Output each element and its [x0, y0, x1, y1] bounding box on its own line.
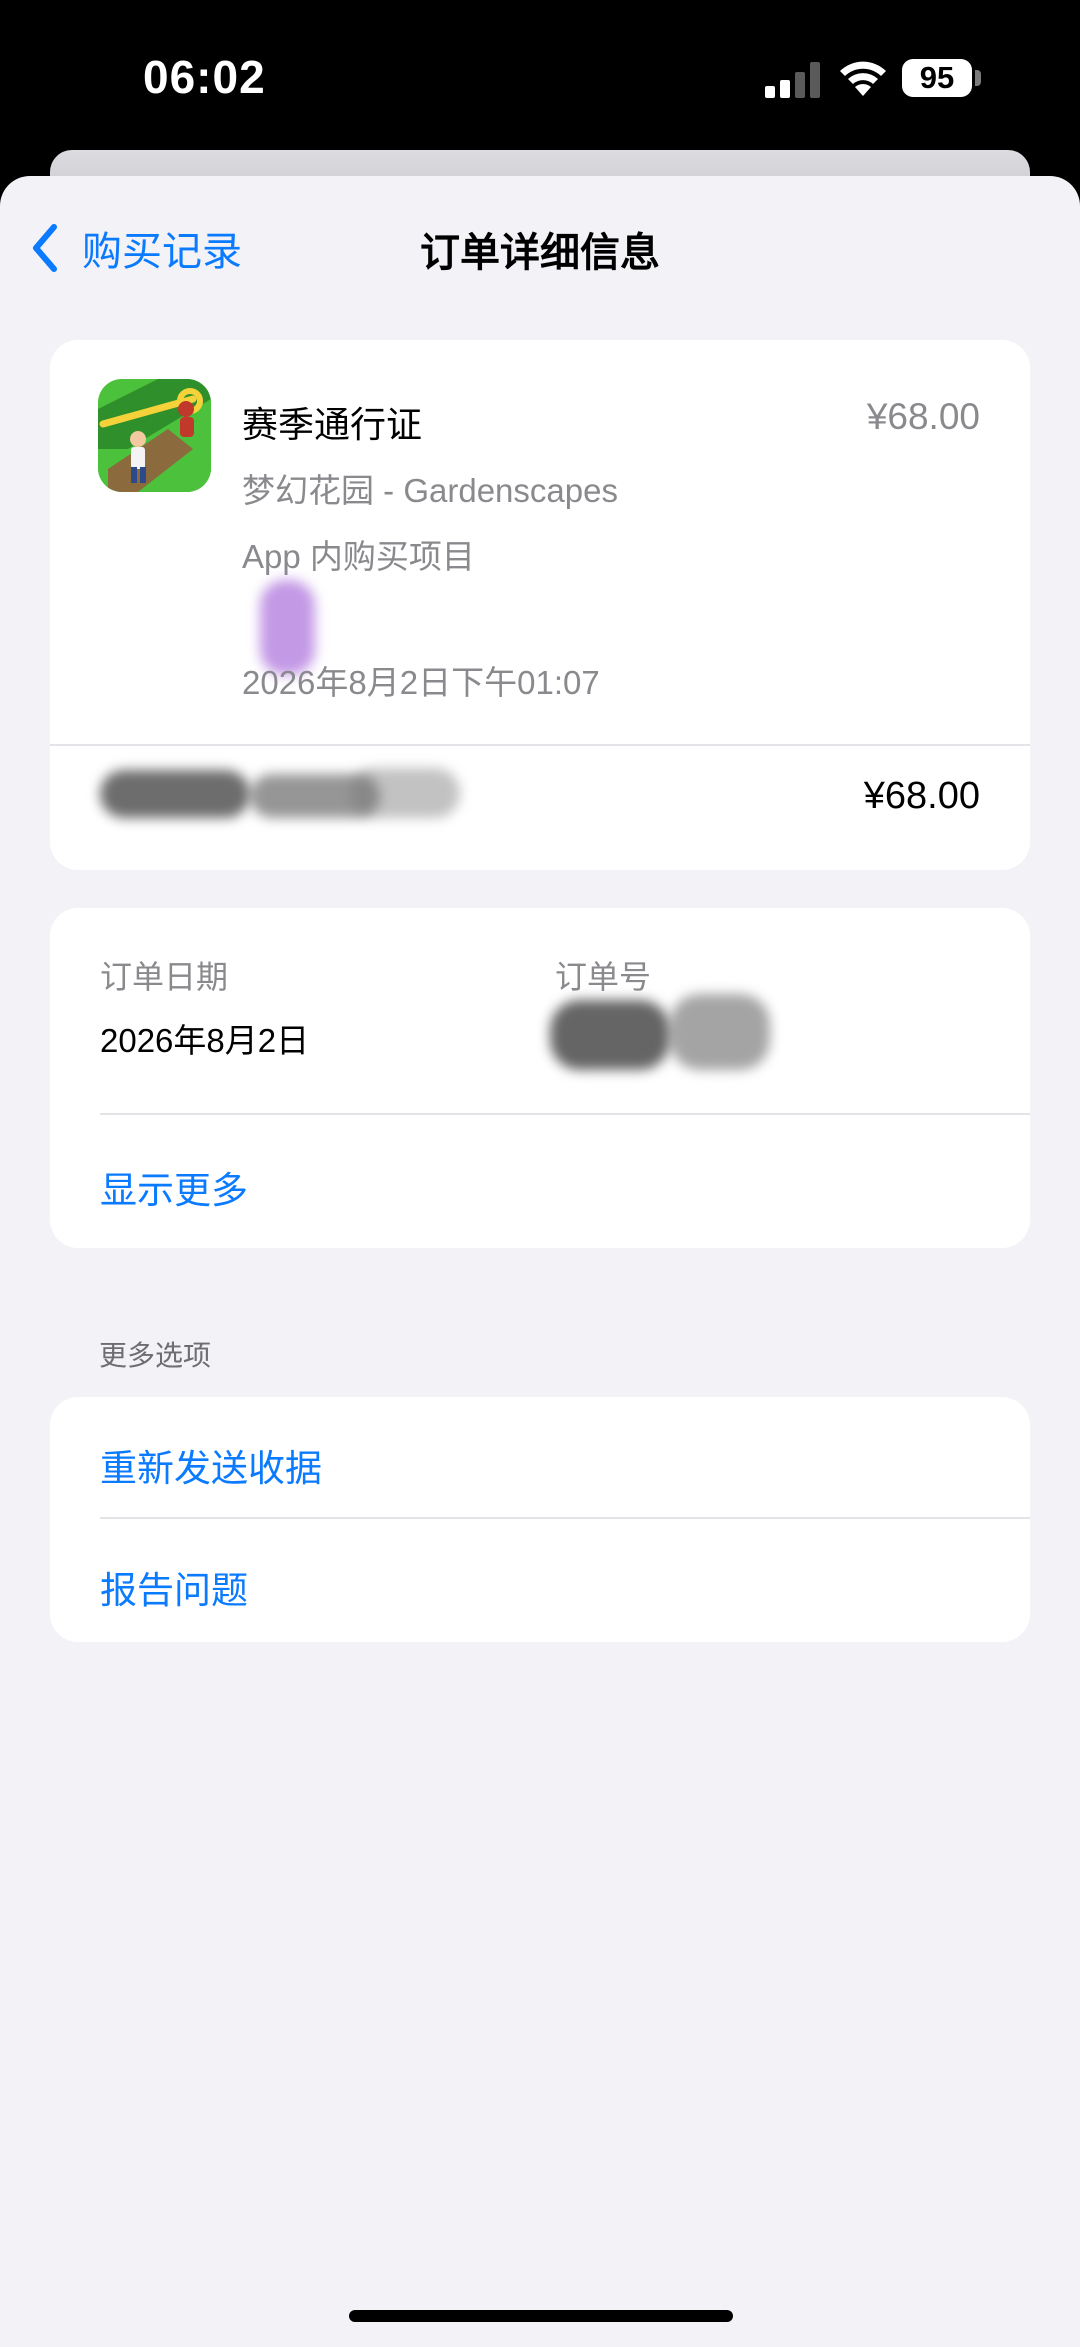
order-number-label: 订单号 — [555, 959, 652, 995]
battery-nub — [975, 70, 981, 86]
divider — [50, 744, 1030, 746]
order-info-card: 订单日期 2026年8月2日 订单号 显示更多 — [50, 908, 1030, 1248]
report-problem-button[interactable]: 报告问题 — [100, 1560, 248, 1614]
order-date-value: 2026年8月2日 — [100, 1022, 310, 1059]
page-title: 订单详细信息 — [420, 231, 660, 275]
wifi-icon — [840, 61, 886, 96]
resend-receipt-button[interactable]: 重新发送收据 — [100, 1438, 322, 1492]
redacted-total-label — [100, 762, 500, 820]
divider — [100, 1517, 1030, 1519]
purchase-card: 赛季通行证 ¥68.00 梦幻花园 - Gardenscapes App 内购买… — [50, 340, 1030, 870]
more-options-card: 重新发送收据 报告问题 — [50, 1397, 1030, 1642]
purchase-date: 2026年8月2日下午01:07 — [242, 664, 600, 701]
redacted-order-number-2 — [670, 994, 770, 1070]
battery-icon: 95 — [902, 59, 972, 97]
app-name: 梦幻花园 - Gardenscapes — [242, 472, 618, 509]
gardenscapes-app-icon — [98, 379, 211, 492]
battery-level: 95 — [919, 60, 955, 95]
status-bar: 06:02 95 — [0, 0, 1080, 150]
total-price: ¥68.00 — [863, 775, 980, 817]
status-time: 06:02 — [143, 51, 266, 103]
order-date-label: 订单日期 — [100, 959, 229, 995]
home-indicator[interactable] — [349, 2310, 733, 2322]
cellular-signal-icon — [765, 62, 820, 98]
order-details-sheet: 购买记录 订单详细信息 赛季通行证 ¥68.00 梦幻花园 - Gardensc… — [0, 176, 1080, 2347]
section-header-more-options: 更多选项 — [99, 1340, 212, 1371]
item-name: 赛季通行证 — [242, 404, 423, 445]
redacted-order-number — [550, 1000, 670, 1070]
item-price: ¥68.00 — [866, 396, 980, 437]
divider — [100, 1113, 1030, 1115]
item-type: App 内购买项目 — [242, 538, 475, 575]
show-more-link[interactable]: 显示更多 — [100, 1160, 248, 1214]
